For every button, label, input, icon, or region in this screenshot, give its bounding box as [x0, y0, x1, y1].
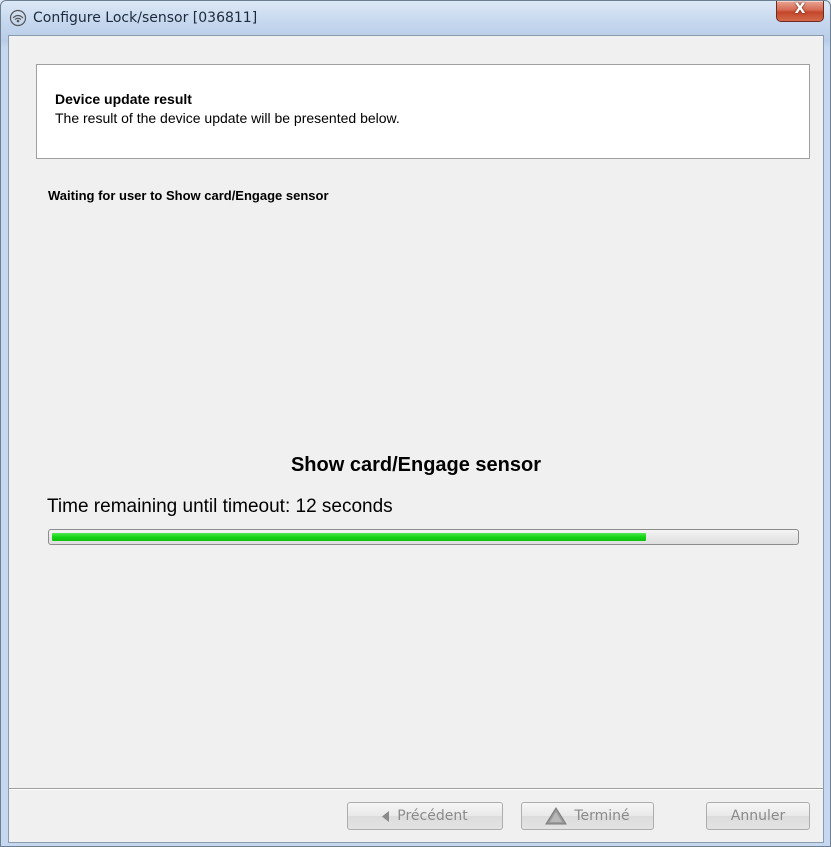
warning-triangle-icon [545, 807, 568, 825]
previous-button[interactable]: Précédent [347, 802, 503, 830]
cancel-button-label: Annuler [730, 808, 786, 824]
close-icon: X [794, 1, 806, 17]
dialog-content: Device update result The result of the d… [8, 35, 824, 843]
close-button[interactable]: X [776, 1, 824, 22]
timeout-progress-bar [48, 529, 799, 545]
app-icon [9, 9, 27, 27]
configure-dialog-window: Configure Lock/sensor [036811] X Device … [0, 0, 831, 847]
prompt-heading: Show card/Engage sensor [290, 454, 542, 476]
window-title: Configure Lock/sensor [036811] [33, 10, 258, 26]
progress-fill [52, 533, 646, 541]
header-title: Device update result [55, 91, 192, 107]
header-description: The result of the device update will be … [55, 110, 400, 126]
footer-divider [9, 788, 823, 790]
wizard-header-panel: Device update result The result of the d… [36, 64, 810, 159]
timeout-text: Time remaining until timeout: 12 seconds [47, 496, 393, 517]
title-bar[interactable]: Configure Lock/sensor [036811] X [1, 1, 830, 37]
status-message: Waiting for user to Show card/Engage sen… [48, 188, 329, 203]
finish-button[interactable]: Terminé [521, 802, 654, 830]
finish-button-label: Terminé [574, 808, 630, 824]
previous-button-label: Précédent [397, 808, 468, 824]
cancel-button[interactable]: Annuler [706, 802, 810, 830]
left-triangle-icon [382, 810, 390, 822]
